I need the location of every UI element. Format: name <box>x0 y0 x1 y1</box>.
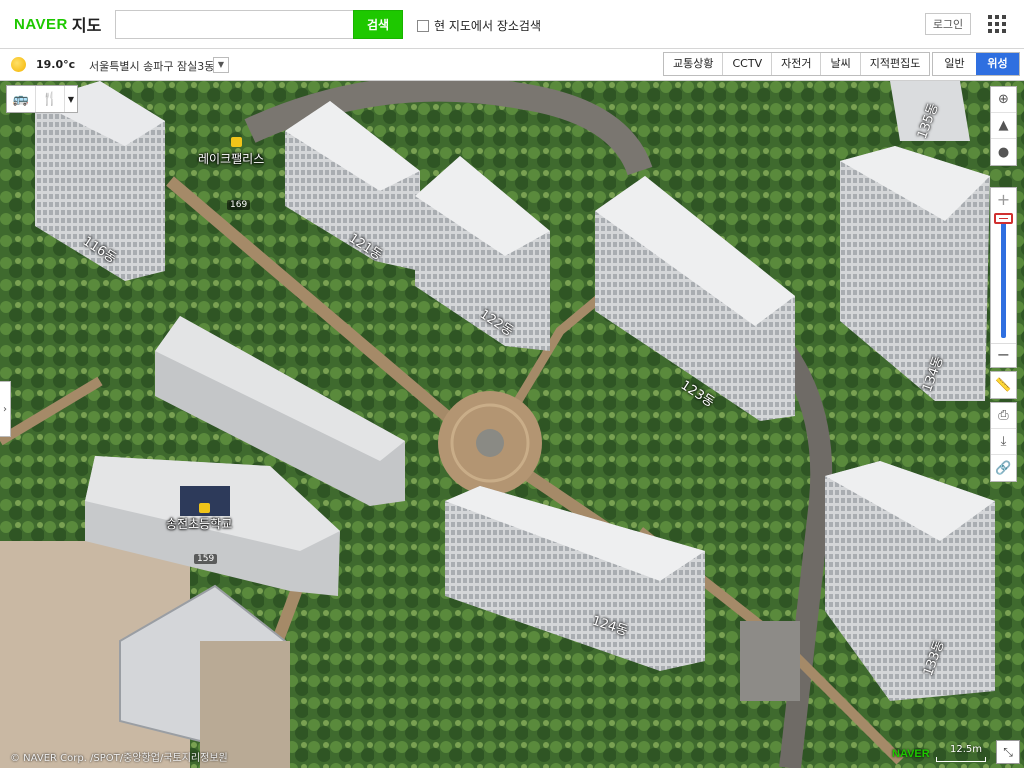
layer-cadastral[interactable]: 지적편집도 <box>861 53 930 75</box>
link-icon[interactable]: 🔗 <box>991 455 1016 481</box>
current-location-icon[interactable]: ⊕ <box>991 87 1016 113</box>
naver-watermark: NAVER <box>892 748 930 760</box>
zoom-slider-handle[interactable] <box>994 213 1013 224</box>
zoom-in-button[interactable]: + <box>991 188 1016 212</box>
search-button[interactable]: 검색 <box>353 10 403 39</box>
download-icon[interactable]: ⤓ <box>991 429 1016 455</box>
zoom-control: + − <box>990 187 1017 368</box>
building-poi-icon[interactable] <box>231 137 242 147</box>
measure-tool: 📏 <box>990 371 1017 399</box>
poi-songjeon-elementary[interactable]: 송전초등학교 <box>166 515 232 532</box>
checkbox-icon[interactable] <box>417 19 429 32</box>
login-button[interactable]: 로그인 <box>925 13 971 35</box>
apps-grid-icon[interactable] <box>988 15 1006 33</box>
layer-weather[interactable]: 날씨 <box>821 53 861 75</box>
zoom-out-button[interactable]: − <box>991 343 1016 367</box>
expand-map-icon[interactable]: ⤡ <box>996 740 1020 764</box>
side-panel-toggle[interactable]: › <box>0 381 11 437</box>
layer-cctv[interactable]: CCTV <box>723 53 773 75</box>
top-search-bar: NAVER 지도 검색 현 지도에서 장소검색 로그인 <box>0 0 1024 49</box>
location-dropdown-icon[interactable]: ▼ <box>213 57 229 73</box>
chevron-down-icon[interactable]: ▼ <box>65 86 77 112</box>
address-number: 159 <box>194 554 218 564</box>
pin-icon[interactable]: ● <box>991 139 1016 165</box>
layer-traffic[interactable]: 교통상황 <box>664 53 724 75</box>
satellite-imagery <box>0 81 1024 768</box>
map-type-satellite[interactable]: 위성 <box>976 53 1019 75</box>
naver-map-logo[interactable]: NAVER 지도 <box>14 12 101 36</box>
current-location[interactable]: 서울특별시 송파구 잠실3동 <box>89 58 214 74</box>
brand-text: NAVER <box>14 15 68 33</box>
checkbox-label: 현 지도에서 장소검색 <box>434 19 541 33</box>
zoom-slider-track[interactable] <box>1001 218 1006 338</box>
search-input[interactable] <box>115 10 354 39</box>
sun-icon <box>11 57 26 72</box>
poi-lake-palace[interactable]: 레이크팰리스 <box>198 150 264 167</box>
street-view-icon[interactable]: ▲ <box>991 113 1016 139</box>
layer-toggle-group: 교통상황 CCTV 자전거 날씨 지적편집도 <box>663 52 931 76</box>
map-tools-bottom: ⎙ ⤓ 🔗 <box>990 402 1017 482</box>
satellite-map[interactable]: 레이크팰리스 송전초등학교 169 159 116동 121동 122동 123… <box>0 81 1024 768</box>
category-toolbar: 🚌 🍴 ▼ <box>6 85 78 113</box>
product-text: 지도 <box>71 16 102 35</box>
ruler-icon[interactable]: 📏 <box>991 372 1016 398</box>
layer-bicycle[interactable]: 자전거 <box>772 53 822 75</box>
map-tools-top: ⊕ ▲ ● <box>990 86 1017 166</box>
map-area-search-checkbox[interactable]: 현 지도에서 장소검색 <box>417 17 541 34</box>
bus-icon[interactable]: 🚌 <box>7 86 36 112</box>
print-icon[interactable]: ⎙ <box>991 403 1016 429</box>
chevron-right-icon: › <box>3 403 7 415</box>
address-number: 169 <box>227 200 251 210</box>
school-poi-icon[interactable] <box>199 503 210 513</box>
map-type-toggle: 일반 위성 <box>932 52 1020 76</box>
restaurant-icon[interactable]: 🍴 <box>36 86 65 112</box>
scale-bar <box>936 757 986 762</box>
scale-label: 12.5m <box>950 744 983 755</box>
map-type-normal[interactable]: 일반 <box>933 53 976 75</box>
copyright-text: © NAVER Corp. /SPOT/중앙항업/국토지리정보원 <box>10 753 228 764</box>
temperature: 19.0°c <box>36 58 76 71</box>
